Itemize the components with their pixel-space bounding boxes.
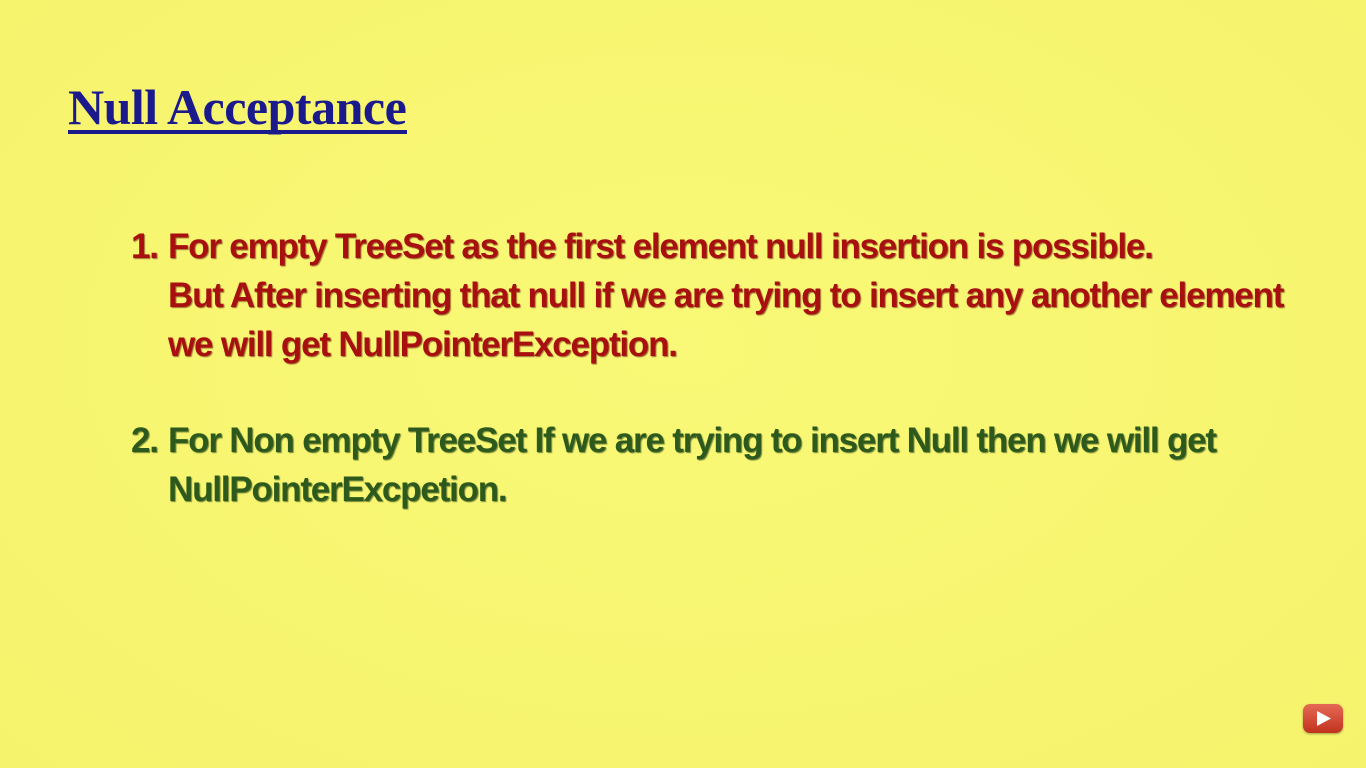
point-2-line-2: NullPointerExcpetion. [168,470,508,509]
point-1-line-3: we will get NullPointerException. [168,325,678,364]
point-2-number: 2. [131,421,159,460]
youtube-play-icon[interactable] [1303,704,1343,733]
slide-background: Null Acceptance 1. For empty TreeSet as … [0,0,1366,768]
point-1: 1. For empty TreeSet as the first elemen… [131,222,1284,369]
play-triangle-icon [1317,711,1331,726]
point-2: 2. For Non empty TreeSet If we are tryin… [131,416,1217,514]
title-underline [68,130,407,134]
point-1-line-1: For empty TreeSet as the first element n… [168,227,1154,266]
slide-title: Null Acceptance [68,79,407,135]
point-1-line-2: But After inserting that null if we are … [168,276,1284,315]
point-1-number: 1. [131,227,159,266]
point-2-line-1: For Non empty TreeSet If we are trying t… [168,421,1217,460]
